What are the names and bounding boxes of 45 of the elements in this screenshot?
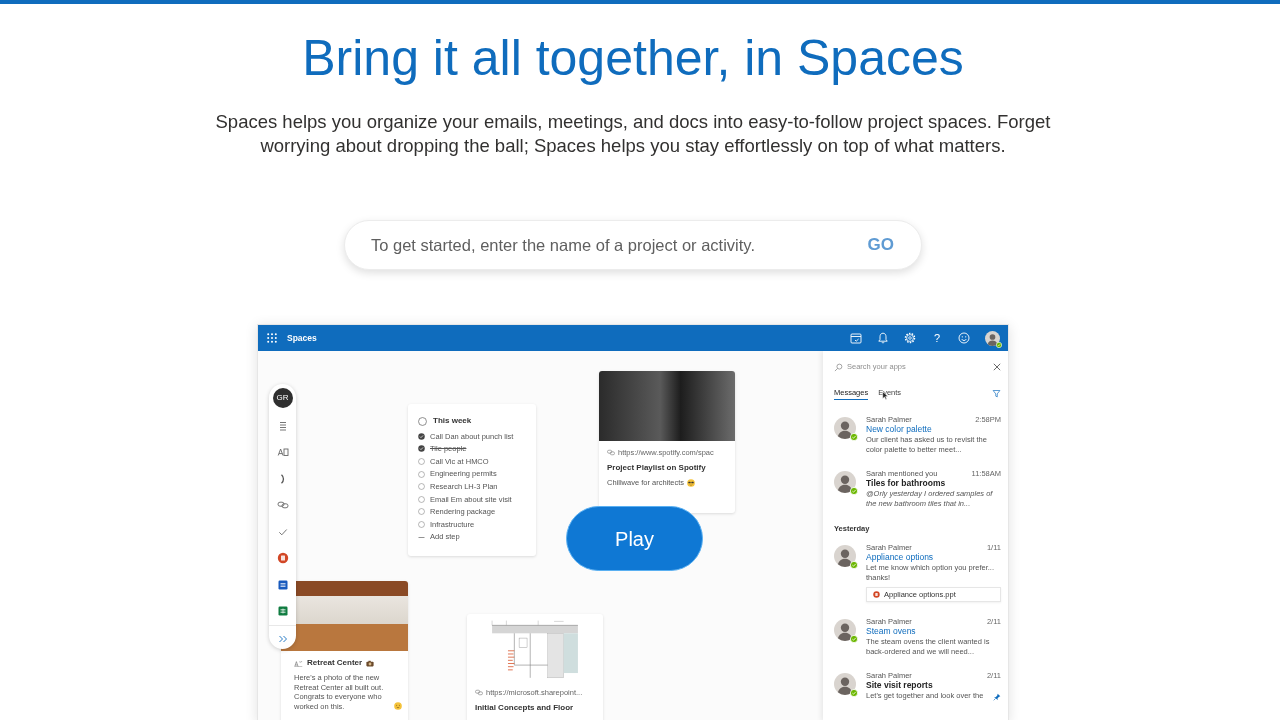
- avatar-icon: [834, 545, 856, 567]
- text-style-icon: [294, 659, 303, 667]
- message-subject[interactable]: Appliance options: [866, 552, 1001, 564]
- sunglasses-face-icon: [687, 478, 696, 487]
- filter-icon[interactable]: [992, 389, 1001, 398]
- presentation-file-icon: [873, 591, 880, 599]
- avatar-icon: [834, 673, 856, 695]
- message-subject[interactable]: Site visit reports: [866, 680, 1001, 692]
- avatar-icon[interactable]: [985, 330, 1000, 346]
- link-icon: [475, 689, 483, 697]
- grid-menu-icon[interactable]: [267, 333, 277, 343]
- settings-icon[interactable]: [904, 332, 916, 344]
- app-title: Spaces: [287, 331, 317, 345]
- checked-circle-icon[interactable]: [418, 445, 425, 453]
- initials-avatar[interactable]: GR: [272, 388, 293, 408]
- play-button[interactable]: Play: [566, 506, 703, 571]
- page-description: Spaces helps you organize your emails, meetings, and docs into easy-to-follow project spaces. Forget worrying about dropping the ball; Spaces helps you stay effortlessly on top of what matters.: [214, 110, 1052, 158]
- document-app-icon[interactable]: [276, 578, 289, 591]
- message-subject[interactable]: Steam ovens: [866, 626, 1001, 638]
- camera-icon: [366, 659, 375, 667]
- card-title: Project Playlist on Spotify: [607, 462, 707, 475]
- message-subject[interactable]: New color palette: [866, 424, 1001, 435]
- avatar-icon: [834, 416, 856, 439]
- spreadsheet-app-icon[interactable]: [276, 605, 289, 617]
- card-title: Initial Concepts and Floor: [475, 702, 575, 715]
- bell-icon[interactable]: [877, 332, 889, 344]
- page-heading: Bring it all together, in Spaces: [301, 29, 965, 88]
- help-button[interactable]: ?: [931, 332, 943, 344]
- presentation-app-icon[interactable]: [276, 552, 289, 564]
- avatar-icon: [834, 470, 856, 493]
- task-list-title: This week: [433, 415, 472, 427]
- smiley-icon[interactable]: [958, 332, 970, 344]
- link-icon: [607, 449, 615, 457]
- search-icon: [834, 362, 843, 372]
- close-icon[interactable]: [993, 363, 1001, 371]
- checked-circle-icon[interactable]: [418, 432, 425, 440]
- avatar-icon: [834, 619, 856, 641]
- calendar-icon[interactable]: [850, 332, 862, 344]
- link-icon[interactable]: [276, 499, 289, 511]
- pin-icon[interactable]: [993, 692, 1001, 701]
- smiling-face-icon: [394, 702, 402, 710]
- circle-icon: [418, 416, 427, 426]
- card-title: Retreat Center: [307, 657, 363, 669]
- text-icon[interactable]: [276, 446, 289, 458]
- message-subject[interactable]: Tiles for bathrooms: [866, 478, 1001, 489]
